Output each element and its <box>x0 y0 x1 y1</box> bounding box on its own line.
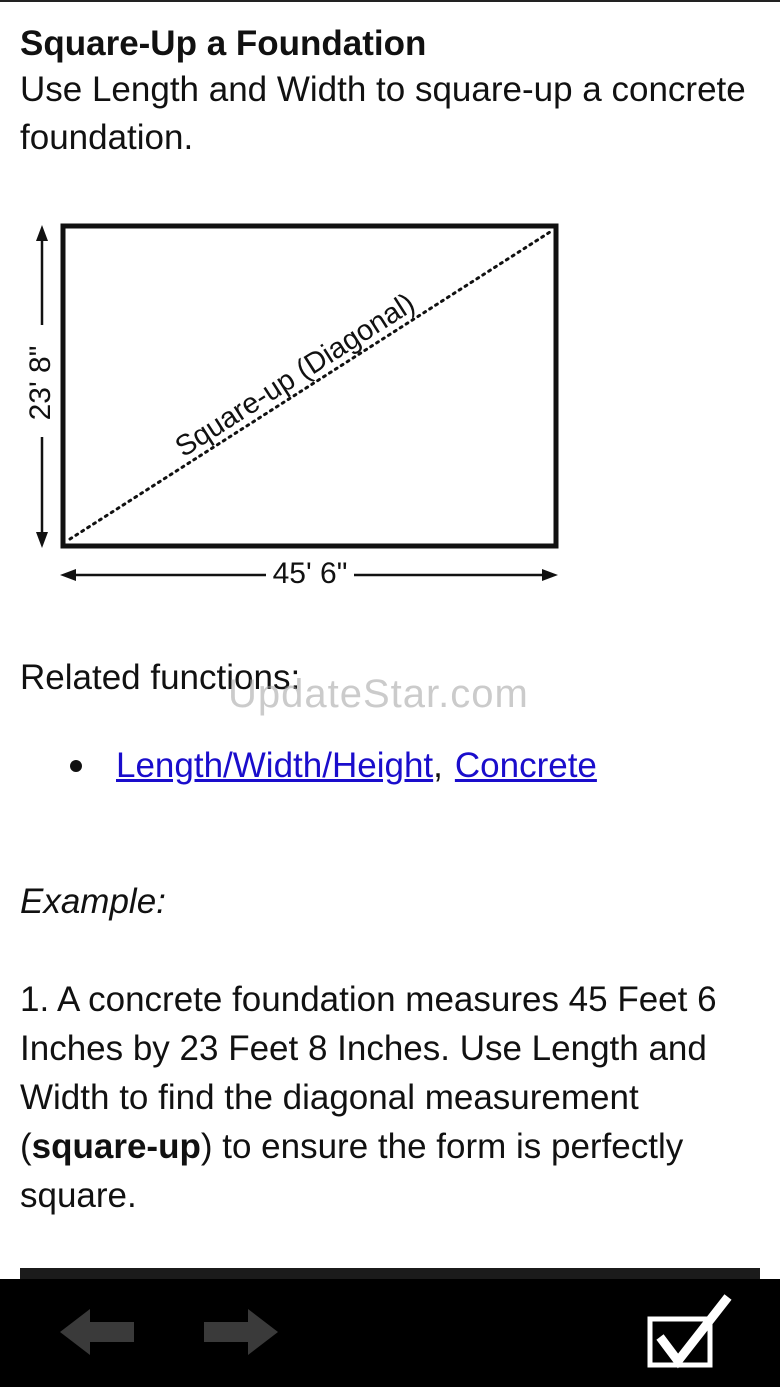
width-label: 45' 6" <box>273 557 348 590</box>
done-button[interactable] <box>644 1293 734 1371</box>
arrow-right-icon <box>204 1309 278 1355</box>
help-page: Square-Up a Foundation Use Length and Wi… <box>0 0 780 1387</box>
height-arrow-head-top <box>36 225 48 241</box>
link-concrete[interactable]: Concrete <box>455 742 597 790</box>
forward-button[interactable] <box>202 1309 278 1355</box>
back-button[interactable] <box>60 1309 136 1355</box>
height-label: 23' 8" <box>24 346 57 421</box>
diagonal-label: Square-up (Diagonal) <box>170 287 421 463</box>
related-functions-label: Related functions: <box>20 658 301 697</box>
width-arrow-head-left <box>60 569 76 581</box>
example-text-bold: square-up <box>31 1127 201 1166</box>
bottom-toolbar <box>0 1279 780 1387</box>
example-label: Example: <box>20 882 166 921</box>
height-arrow-head-bottom <box>36 532 48 548</box>
bullet-icon <box>70 760 82 772</box>
related-links-list: Length/Width/Height , Concrete <box>70 742 597 790</box>
diagonal-line <box>68 230 552 541</box>
page-subtitle: Use Length and Width to square-up a conc… <box>20 70 746 157</box>
checkbox-check-icon <box>647 1294 732 1369</box>
width-arrow-head-right <box>542 569 558 581</box>
example-text: 1. A concrete foundation measures 45 Fee… <box>20 975 760 1220</box>
foundation-diagram: Square-up (Diagonal) 23' 8" 45' 6" <box>24 223 559 590</box>
link-separator: , <box>433 746 443 785</box>
link-length-width-height[interactable]: Length/Width/Height <box>116 742 433 790</box>
header: Square-Up a Foundation Use Length and Wi… <box>20 22 765 162</box>
page-title: Square-Up a Foundation <box>20 24 427 63</box>
top-divider <box>0 0 780 2</box>
arrow-left-icon <box>60 1309 134 1355</box>
